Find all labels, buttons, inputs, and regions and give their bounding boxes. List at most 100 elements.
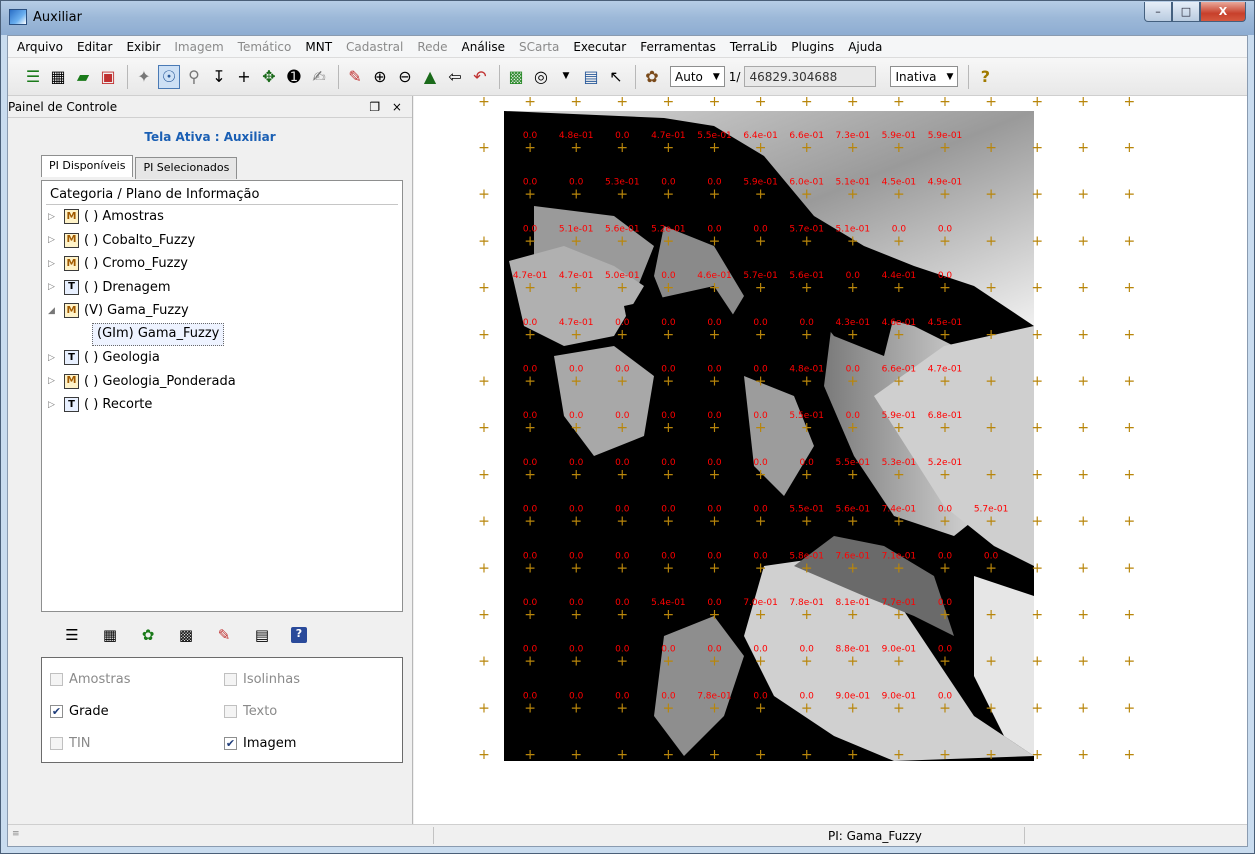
zoom-icon[interactable]: ⚲ [183, 65, 205, 89]
grid-cross: + [939, 420, 951, 436]
menu-item-mnt[interactable]: MNT [298, 36, 339, 58]
grid-cross: + [478, 187, 490, 203]
tree-item[interactable]: ▷ M ( ) Geologia_Ponderada [42, 370, 402, 394]
expand-icon[interactable]: ▷ [48, 212, 60, 222]
menu-item-rede[interactable]: Rede [410, 36, 454, 58]
tree-item[interactable]: ▷ T ( ) Recorte [42, 393, 402, 417]
tree-subitem[interactable]: (GIm) Gama_Fuzzy [92, 322, 225, 346]
menu-item-cadastral[interactable]: Cadastral [339, 36, 410, 58]
legend-icon[interactable]: ▤ [243, 626, 281, 644]
pencil-icon[interactable]: ✎ [205, 626, 243, 644]
checkbox-grade[interactable]: ✔ Grade [50, 704, 109, 719]
grid-cross: + [1031, 654, 1043, 670]
layers-icon[interactable]: ☰ [22, 65, 44, 89]
info-icon[interactable]: ➊ [283, 65, 305, 89]
window-icon[interactable]: ▣ [97, 65, 119, 89]
scale-input[interactable]: 46829.304688 [744, 66, 877, 87]
expand-icon[interactable]: ▷ [48, 400, 60, 410]
dropdown-arrow-icon[interactable]: ▼ [555, 65, 577, 89]
expand-icon[interactable]: ▷ [48, 353, 60, 363]
table-icon[interactable]: ▦ [91, 626, 129, 644]
menu-item-arquivo[interactable]: Arquivo [10, 36, 70, 58]
menu-item-ajuda[interactable]: Ajuda [841, 36, 889, 58]
grid-value-label: 0.0 [938, 271, 953, 281]
menu-item-ferramentas[interactable]: Ferramentas [633, 36, 723, 58]
grid-cross: + [1077, 560, 1089, 576]
menu-item-an-lise[interactable]: Análise [455, 36, 512, 58]
back-arrow-icon[interactable]: ⇦ [444, 65, 466, 89]
chart-icon[interactable]: ▤ [580, 65, 602, 89]
grid-cross: + [1031, 233, 1043, 249]
style-icon[interactable]: ✿ [129, 626, 167, 644]
list-icon[interactable]: ☰ [53, 626, 91, 644]
title-bar[interactable]: Auxiliar – □ X [1, 1, 1254, 35]
state-select[interactable]: Inativa ▼ [890, 66, 959, 87]
pan-icon[interactable]: ✥ [258, 65, 280, 89]
menu-item-tem-tico[interactable]: Temático [231, 36, 299, 58]
checkbox-tin[interactable]: TIN [50, 736, 91, 751]
checkbox-amostras[interactable]: Amostras [50, 672, 130, 687]
grid-cross: + [663, 96, 675, 110]
menu-item-exibir[interactable]: Exibir [119, 36, 167, 58]
help-icon[interactable]: ? [974, 65, 996, 89]
cursor-plus-icon[interactable]: ↖ [605, 65, 627, 89]
menu-item-plugins[interactable]: Plugins [784, 36, 841, 58]
grid-cross: + [801, 327, 813, 343]
tree-item[interactable]: ◢ M (V) Gama_Fuzzy [42, 299, 402, 323]
grid-value-label: 7.3e-01 [836, 131, 871, 141]
expand-icon[interactable]: ▷ [48, 376, 60, 386]
map-canvas[interactable]: + + + + + + + + + + + + + + + + + + + + + + + + + + + + + + + + + + + + + + + +… [414, 96, 1247, 824]
menu-item-scarta[interactable]: SCarta [512, 36, 566, 58]
pencil-icon[interactable]: ✎ [344, 65, 366, 89]
grid-value-label: 0.0 [938, 551, 953, 561]
pointer-icon[interactable]: ✦ [133, 65, 155, 89]
minimize-button[interactable]: – [1144, 2, 1172, 22]
plus-icon[interactable]: + [233, 65, 255, 89]
collapse-icon[interactable]: ◢ [48, 306, 60, 316]
grid-cross: + [709, 280, 721, 296]
tree-item[interactable]: ▷ T ( ) Geologia [42, 346, 402, 370]
zoom-out-icon[interactable]: ⊖ [394, 65, 416, 89]
grid-cross: + [524, 280, 536, 296]
maximize-button[interactable]: □ [1172, 2, 1200, 22]
checkbox-isolinhas[interactable]: Isolinhas [224, 672, 300, 687]
zoom-in-icon[interactable]: ⊕ [369, 65, 391, 89]
eraser-icon[interactable]: ✍ [308, 65, 330, 89]
grid-cross: + [709, 560, 721, 576]
expand-icon[interactable]: ▷ [48, 282, 60, 292]
menu-item-imagem[interactable]: Imagem [167, 36, 230, 58]
grid-cross: + [524, 560, 536, 576]
tree-item[interactable]: ▷ M ( ) Cromo_Fuzzy [42, 252, 402, 276]
checkbox-imagem[interactable]: ✔ Imagem [224, 736, 296, 751]
grid-cross: + [985, 140, 997, 156]
checkbox-mark: ✔ [224, 737, 237, 750]
select-down-icon[interactable]: ↧ [208, 65, 230, 89]
help-icon[interactable]: ? [291, 627, 307, 643]
grid-icon[interactable]: ▦ [47, 65, 69, 89]
tab-pi-disponiveis[interactable]: PI Disponíveis [41, 155, 134, 177]
checkbox-texto[interactable]: Texto [224, 704, 277, 719]
expand-icon[interactable]: ▷ [48, 259, 60, 269]
panel-controls[interactable]: ❐ × [369, 100, 406, 114]
grid-value-label: 4.9e-01 [928, 178, 963, 188]
tree-item[interactable]: ▷ M ( ) Amostras [42, 205, 402, 229]
tree-item[interactable]: ▷ M ( ) Cobalto_Fuzzy [42, 229, 402, 253]
scale-mode-select[interactable]: Auto ▼ [670, 66, 725, 87]
grid-cross: + [663, 607, 675, 623]
undo-icon[interactable]: ↶ [469, 65, 491, 89]
draw-icon[interactable]: ▩ [505, 65, 527, 89]
polygon-icon[interactable]: ▰ [72, 65, 94, 89]
grid-value-label: 0.0 [661, 365, 676, 375]
close-button[interactable]: X [1200, 2, 1246, 22]
tab-pi-selecionados[interactable]: PI Selecionados [135, 157, 238, 179]
menu-item-editar[interactable]: Editar [70, 36, 120, 58]
tree-item[interactable]: ▷ T ( ) Drenagem [42, 276, 402, 300]
menu-item-terralib[interactable]: TerraLib [723, 36, 784, 58]
expand-icon[interactable]: ▷ [48, 235, 60, 245]
menu-item-executar[interactable]: Executar [566, 36, 633, 58]
info-pointer-icon[interactable]: ☉ [158, 64, 180, 89]
edit-table-icon[interactable]: ▩ [167, 626, 205, 644]
palette-icon[interactable]: ✿ [641, 65, 663, 89]
zoom-area-icon[interactable]: ▲ [419, 65, 441, 89]
zoom-scale-icon[interactable]: ◎ [530, 65, 552, 89]
